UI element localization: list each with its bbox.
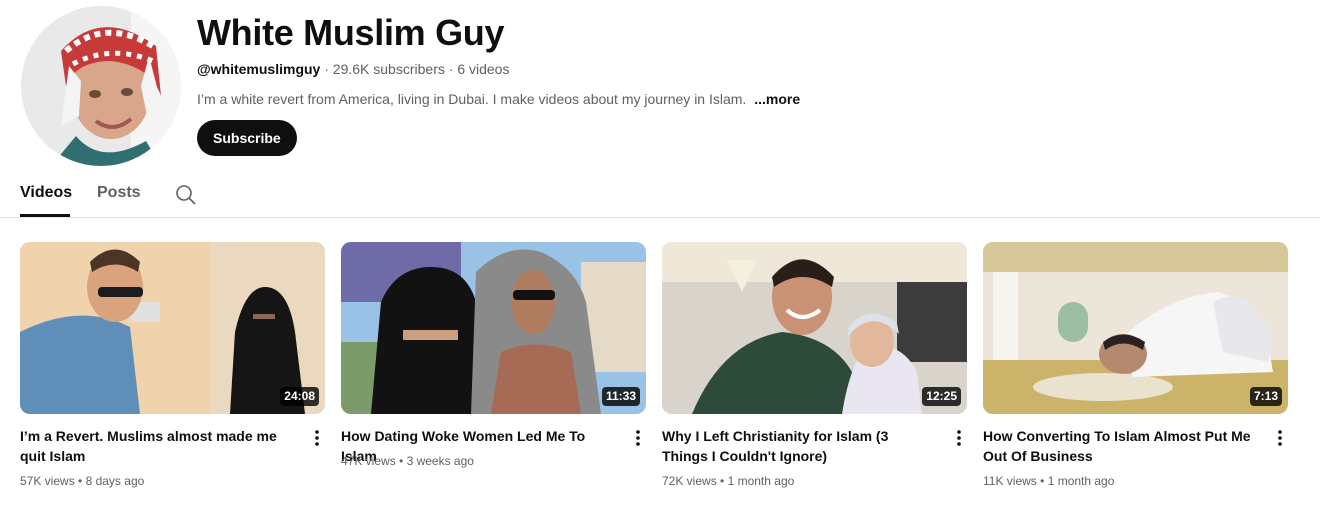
tab-posts[interactable]: Posts	[97, 184, 141, 202]
subscriber-count: 29.6K subscribers	[332, 61, 445, 77]
channel-handle[interactable]: @whitemuslimguy	[197, 61, 320, 77]
video-card[interactable]: 11:33 How Dating Woke Women Led Me To Is…	[341, 242, 646, 502]
channel-tabs: Videos Posts	[0, 172, 1320, 218]
channel-info: White Muslim Guy @whitemuslimguy · 29.6K…	[197, 6, 800, 156]
video-duration: 12:25	[922, 387, 961, 406]
video-title[interactable]: I’m a Revert. Muslims almost made me qui…	[20, 426, 295, 466]
video-count: 6 videos	[457, 61, 510, 77]
meta-separator: ·	[444, 61, 458, 77]
video-age: 3 weeks ago	[406, 454, 474, 468]
more-options-icon[interactable]	[951, 428, 967, 448]
video-age: 8 days ago	[85, 474, 145, 488]
video-duration: 7:13	[1249, 387, 1282, 406]
meta-dot: •	[1036, 474, 1048, 488]
more-options-icon[interactable]	[309, 428, 325, 448]
more-options-icon[interactable]	[630, 428, 646, 448]
channel-meta: @whitemuslimguy · 29.6K subscribers · 6 …	[197, 61, 509, 77]
video-views: 72K views	[662, 474, 717, 488]
subscribe-button[interactable]: Subscribe	[197, 120, 297, 156]
video-meta: 57K views • 8 days ago	[20, 474, 144, 488]
video-meta: 47K views • 3 weeks ago	[341, 454, 474, 468]
meta-separator: ·	[320, 61, 333, 77]
video-duration: 11:33	[601, 387, 640, 406]
video-meta: 11K views • 1 month ago	[983, 474, 1114, 488]
video-meta: 72K views • 1 month ago	[662, 474, 794, 488]
active-tab-indicator	[20, 214, 70, 217]
video-title[interactable]: How Converting To Islam Almost Put Me Ou…	[983, 426, 1258, 466]
video-thumbnail[interactable]: 7:13	[983, 242, 1288, 414]
tab-videos[interactable]: Videos	[20, 184, 72, 202]
video-thumbnail[interactable]: 11:33	[341, 242, 646, 414]
video-age: 1 month ago	[1047, 474, 1115, 488]
video-card[interactable]: 12:25 Why I Left Christianity for Islam …	[662, 242, 967, 502]
video-views: 47K views	[341, 454, 396, 468]
avatar-image	[21, 6, 181, 166]
meta-dot: •	[395, 454, 407, 468]
video-thumbnail[interactable]: 12:25	[662, 242, 967, 414]
video-views: 57K views	[20, 474, 75, 488]
more-link[interactable]: ...more	[754, 91, 800, 107]
video-age: 1 month ago	[727, 474, 795, 488]
description-text: I’m a white revert from America, living …	[197, 91, 747, 107]
channel-name: White Muslim Guy	[197, 12, 505, 53]
video-title[interactable]: Why I Left Christianity for Islam (3 Thi…	[662, 426, 937, 466]
search-icon[interactable]	[175, 184, 197, 206]
video-grid: 24:08 I’m a Revert. Muslims almost made …	[20, 242, 1300, 502]
video-views: 11K views	[983, 474, 1037, 488]
video-duration: 24:08	[280, 387, 319, 406]
channel-header: White Muslim Guy @whitemuslimguy · 29.6K…	[20, 6, 1300, 166]
video-card[interactable]: 7:13 How Converting To Islam Almost Put …	[983, 242, 1288, 502]
more-options-icon[interactable]	[1272, 428, 1288, 448]
channel-avatar[interactable]	[21, 6, 181, 166]
video-thumbnail[interactable]: 24:08	[20, 242, 325, 414]
channel-description[interactable]: I’m a white revert from America, living …	[197, 91, 800, 107]
meta-dot: •	[716, 474, 728, 488]
meta-dot: •	[74, 474, 86, 488]
video-card[interactable]: 24:08 I’m a Revert. Muslims almost made …	[20, 242, 325, 502]
